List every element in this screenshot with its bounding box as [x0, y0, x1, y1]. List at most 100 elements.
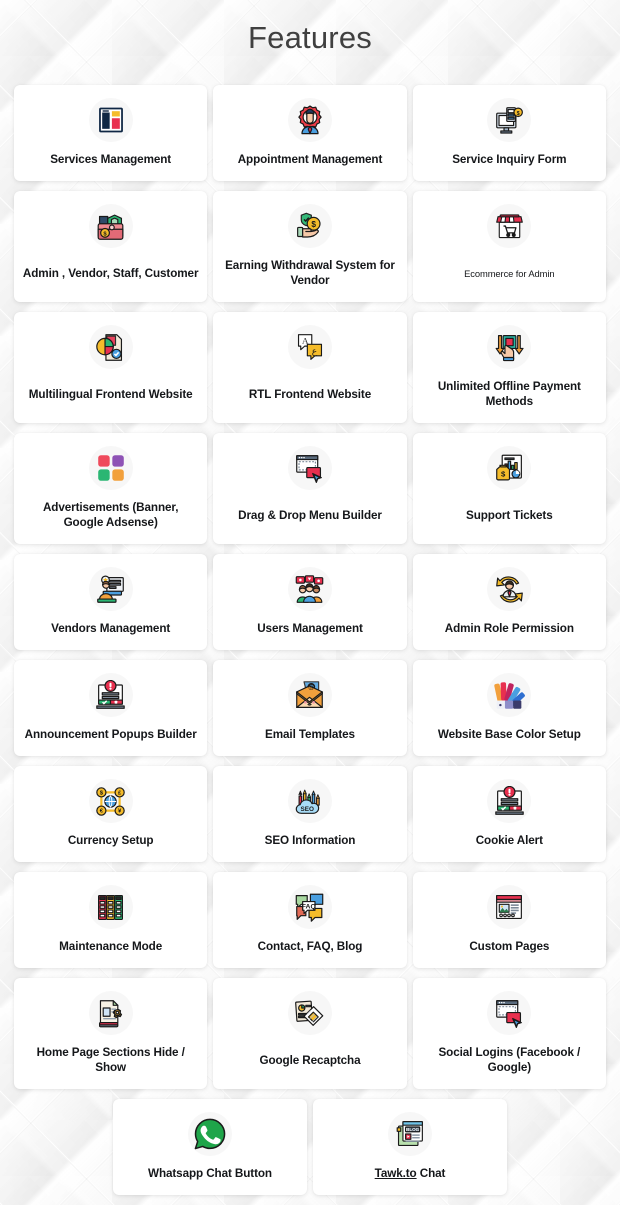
- feature-card[interactable]: Admin Role Permission: [412, 554, 606, 650]
- feature-row: Whatsapp Chat Button BLOG Tawk.to Chat: [14, 1099, 606, 1195]
- popup-alert-icon: [487, 779, 532, 823]
- feature-card-label: Cookie Alert: [475, 834, 543, 847]
- feature-card[interactable]: Advertisements (Banner, Google Adsense): [14, 433, 208, 544]
- pos-terminal-icon: $: [487, 98, 532, 142]
- four-squares-icon: [88, 446, 133, 490]
- svg-text:@: @: [309, 684, 315, 691]
- feature-card[interactable]: $ Admin , Vendor, Staff, Customer: [14, 191, 208, 302]
- feature-card-label: Whatsapp Chat Button: [148, 1167, 272, 1180]
- feature-card-link[interactable]: Tawk.to: [375, 1167, 417, 1180]
- feature-card-label: Tawk.to Chat: [375, 1166, 446, 1181]
- feature-card-label: Home Page Sections Hide / Show: [36, 1046, 185, 1074]
- feature-card[interactable]: Unlimited Offline Payment Methods: [412, 312, 606, 423]
- feature-card-label: Email Templates: [265, 728, 355, 741]
- whatsapp-icon: [188, 1112, 232, 1156]
- feature-row: $ Admin , Vendor, Staff, Customer $ Earn…: [14, 191, 606, 302]
- feature-row: Vendors Management Users Management Admi…: [14, 554, 606, 650]
- wallet-money-icon: $: [88, 204, 133, 248]
- drag-drop-cursor-icon: [487, 991, 532, 1035]
- popup-alert-icon: [88, 673, 133, 717]
- feature-card-label: Admin Role Permission: [444, 622, 574, 635]
- feature-card-label: Admin , Vendor, Staff, Customer: [22, 266, 199, 280]
- feature-card[interactable]: Maintenance Mode: [14, 872, 208, 968]
- feature-card[interactable]: SEO SEO Information: [213, 766, 407, 862]
- blog-window-icon: BLOG: [388, 1112, 432, 1156]
- feature-card[interactable]: Multilingual Frontend Website: [14, 312, 208, 423]
- feature-card-label: Service Inquiry Form: [452, 153, 567, 166]
- features-page: Features Services Management Appointment…: [0, 0, 620, 1205]
- feature-card[interactable]: Social Logins (Facebook / Google): [412, 978, 606, 1089]
- feature-card-label-rest: Chat: [416, 1167, 446, 1180]
- pie-document-icon: [88, 325, 133, 369]
- users-group-icon: [287, 567, 332, 611]
- feature-card-label: RTL Frontend Website: [248, 387, 372, 401]
- feature-card[interactable]: Vendors Management: [14, 554, 208, 650]
- feature-card-label: Contact, FAQ, Blog: [257, 940, 363, 953]
- feature-card-label: Drag & Drop Menu Builder: [238, 508, 382, 522]
- feature-card[interactable]: Cookie Alert: [412, 766, 606, 862]
- vendor-desk-icon: [88, 567, 133, 611]
- feature-card-label: Google Recaptcha: [259, 1053, 361, 1067]
- feature-card[interactable]: Home Page Sections Hide / Show: [14, 978, 208, 1089]
- features-grid: Services Management Appointment Manageme…: [14, 85, 606, 1195]
- feature-card[interactable]: Ecommerce for Admin: [412, 191, 606, 302]
- feature-row: Home Page Sections Hide / Show Google Re…: [14, 978, 606, 1089]
- email-envelope-icon: @: [287, 673, 332, 717]
- svg-text:BLOG: BLOG: [406, 1127, 420, 1132]
- feature-card[interactable]: $ Support Tickets: [412, 433, 606, 544]
- svg-text:SEO: SEO: [301, 806, 315, 813]
- feature-card[interactable]: $ Earning Withdrawal System for Vendor: [213, 191, 407, 302]
- hand-transfer-icon: [487, 325, 532, 369]
- feature-card[interactable]: Users Management: [213, 554, 407, 650]
- feature-card-label: Services Management: [50, 153, 172, 166]
- feature-card-label: Multilingual Frontend Website: [28, 387, 193, 401]
- feature-card[interactable]: Announcement Popups Builder: [14, 660, 208, 756]
- feature-card[interactable]: FAQ Contact, FAQ, Blog: [213, 872, 407, 968]
- feature-card-label: Website Base Color Setup: [437, 728, 581, 741]
- feature-card[interactable]: Custom Pages: [412, 872, 606, 968]
- page-title: Features: [248, 20, 372, 55]
- feature-row: Services Management Appointment Manageme…: [14, 85, 606, 181]
- feature-card-label: Users Management: [257, 622, 363, 635]
- document-gear-icon: [88, 991, 133, 1035]
- report-money-icon: $: [487, 446, 532, 490]
- svg-text:A: A: [302, 335, 309, 345]
- feature-card-label: Social Logins (Facebook / Google): [438, 1046, 581, 1074]
- svg-text:ع: ع: [312, 346, 318, 357]
- recaptcha-pages-icon: [287, 991, 332, 1035]
- hand-coin-icon: $: [287, 204, 332, 248]
- feature-card[interactable]: A ع RTL Frontend Website: [213, 312, 407, 423]
- svg-text:FAQ: FAQ: [302, 903, 317, 910]
- seo-cloud-icon: SEO: [287, 779, 332, 823]
- feature-card-label: Support Tickets: [466, 508, 553, 522]
- feature-card[interactable]: $ Service Inquiry Form: [412, 85, 606, 181]
- feature-row: Advertisements (Banner, Google Adsense) …: [14, 433, 606, 544]
- feature-card[interactable]: Website Base Color Setup: [412, 660, 606, 756]
- feature-card[interactable]: Google Recaptcha: [213, 978, 407, 1089]
- newspaper-layout-icon: [88, 98, 133, 142]
- feature-card-label: SEO Information: [264, 834, 356, 847]
- feature-card-label: Custom Pages: [469, 940, 550, 953]
- feature-card-label: Appointment Management: [237, 153, 383, 166]
- server-rack-icon: [88, 885, 133, 929]
- feature-card[interactable]: BLOG Tawk.to Chat: [313, 1099, 507, 1195]
- gear-person-icon: [287, 98, 332, 142]
- role-cycle-icon: [487, 567, 532, 611]
- drag-drop-cursor-icon: [287, 446, 332, 490]
- svg-text:$: $: [516, 111, 519, 117]
- shop-cart-icon: [487, 204, 532, 248]
- feature-card[interactable]: @ Email Templates: [213, 660, 407, 756]
- feature-card[interactable]: Drag & Drop Menu Builder: [213, 433, 407, 544]
- webpage-image-icon: [487, 885, 532, 929]
- feature-row: Announcement Popups Builder @ Email Temp…: [14, 660, 606, 756]
- feature-card[interactable]: Appointment Management: [213, 85, 407, 181]
- currency-globe-icon: $ £ € ¥: [88, 779, 133, 823]
- feature-card-label: Vendors Management: [51, 622, 171, 635]
- feature-card-label: Currency Setup: [67, 834, 154, 847]
- feature-card[interactable]: Services Management: [14, 85, 208, 181]
- feature-card[interactable]: $ £ € ¥ Currency Setup: [14, 766, 208, 862]
- feature-row: $ £ € ¥ Currency Setup SEO SEO Information: [14, 766, 606, 862]
- feature-card[interactable]: Whatsapp Chat Button: [113, 1099, 307, 1195]
- feature-row: Multilingual Frontend Website A ع RTL Fr…: [14, 312, 606, 423]
- feature-card-label: Maintenance Mode: [59, 940, 163, 953]
